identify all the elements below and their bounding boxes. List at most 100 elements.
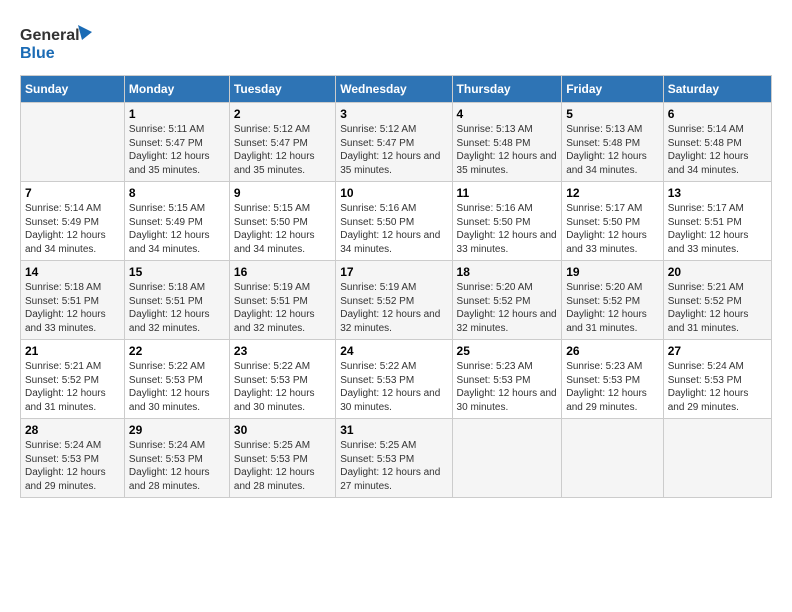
- logo-icon: GeneralBlue: [20, 20, 100, 65]
- day-number: 17: [340, 265, 447, 279]
- column-header-sunday: Sunday: [21, 76, 125, 103]
- day-number: 29: [129, 423, 225, 437]
- day-number: 22: [129, 344, 225, 358]
- day-number: 24: [340, 344, 447, 358]
- day-number: 3: [340, 107, 447, 121]
- day-cell: 20 Sunrise: 5:21 AMSunset: 5:52 PMDayligh…: [663, 261, 771, 340]
- logo: GeneralBlue: [20, 20, 100, 65]
- day-info: Sunrise: 5:15 AMSunset: 5:49 PMDaylight:…: [129, 202, 225, 256]
- day-cell: 14 Sunrise: 5:18 AMSunset: 5:51 PMDayligh…: [21, 261, 125, 340]
- day-info: Sunrise: 5:19 AMSunset: 5:52 PMDaylight:…: [340, 281, 447, 335]
- week-row-4: 21 Sunrise: 5:21 AMSunset: 5:52 PMDayligh…: [21, 340, 772, 419]
- day-cell: 3 Sunrise: 5:12 AMSunset: 5:47 PMDaylight…: [336, 103, 452, 182]
- day-number: 6: [668, 107, 767, 121]
- day-info: Sunrise: 5:23 AMSunset: 5:53 PMDaylight:…: [566, 360, 659, 414]
- week-row-3: 14 Sunrise: 5:18 AMSunset: 5:51 PMDayligh…: [21, 261, 772, 340]
- day-number: 14: [25, 265, 120, 279]
- day-number: 25: [457, 344, 558, 358]
- day-number: 30: [234, 423, 331, 437]
- day-info: Sunrise: 5:16 AMSunset: 5:50 PMDaylight:…: [340, 202, 447, 256]
- day-number: 8: [129, 186, 225, 200]
- day-number: 18: [457, 265, 558, 279]
- day-number: 28: [25, 423, 120, 437]
- day-cell: [21, 103, 125, 182]
- day-cell: 6 Sunrise: 5:14 AMSunset: 5:48 PMDaylight…: [663, 103, 771, 182]
- week-row-1: 1Sunrise: 5:11 AMSunset: 5:47 PMDaylight…: [21, 103, 772, 182]
- day-cell: 10 Sunrise: 5:16 AMSunset: 5:50 PMDayligh…: [336, 182, 452, 261]
- day-cell: 1Sunrise: 5:11 AMSunset: 5:47 PMDaylight…: [124, 103, 229, 182]
- day-info: Sunrise: 5:14 AMSunset: 5:49 PMDaylight:…: [25, 202, 120, 256]
- day-info: Sunrise: 5:22 AMSunset: 5:53 PMDaylight:…: [234, 360, 331, 414]
- day-info: Sunrise: 5:20 AMSunset: 5:52 PMDaylight:…: [457, 281, 558, 335]
- day-info: Sunrise: 5:23 AMSunset: 5:53 PMDaylight:…: [457, 360, 558, 414]
- day-cell: 11 Sunrise: 5:16 AMSunset: 5:50 PMDayligh…: [452, 182, 562, 261]
- day-info: Sunrise: 5:21 AMSunset: 5:52 PMDaylight:…: [25, 360, 120, 414]
- day-number: 1: [129, 107, 225, 121]
- day-number: 26: [566, 344, 659, 358]
- day-number: 21: [25, 344, 120, 358]
- day-info: Sunrise: 5:24 AMSunset: 5:53 PMDaylight:…: [668, 360, 767, 414]
- day-number: 20: [668, 265, 767, 279]
- day-cell: 30Sunrise: 5:25 AMSunset: 5:53 PMDayligh…: [229, 419, 335, 498]
- day-number: 13: [668, 186, 767, 200]
- svg-text:Blue: Blue: [20, 45, 55, 62]
- day-cell: 26 Sunrise: 5:23 AMSunset: 5:53 PMDayligh…: [562, 340, 664, 419]
- day-number: 15: [129, 265, 225, 279]
- day-info: Sunrise: 5:15 AMSunset: 5:50 PMDaylight:…: [234, 202, 331, 256]
- week-row-2: 7 Sunrise: 5:14 AMSunset: 5:49 PMDaylight…: [21, 182, 772, 261]
- day-cell: 4 Sunrise: 5:13 AMSunset: 5:48 PMDaylight…: [452, 103, 562, 182]
- day-number: 16: [234, 265, 331, 279]
- day-number: 4: [457, 107, 558, 121]
- day-number: 2: [234, 107, 331, 121]
- calendar-table: SundayMondayTuesdayWednesdayThursdayFrid…: [20, 75, 772, 498]
- day-info: Sunrise: 5:18 AMSunset: 5:51 PMDaylight:…: [129, 281, 225, 335]
- day-info: Sunrise: 5:17 AMSunset: 5:51 PMDaylight:…: [668, 202, 767, 256]
- day-cell: 27 Sunrise: 5:24 AMSunset: 5:53 PMDayligh…: [663, 340, 771, 419]
- day-cell: 7 Sunrise: 5:14 AMSunset: 5:49 PMDaylight…: [21, 182, 125, 261]
- day-info: Sunrise: 5:12 AMSunset: 5:47 PMDaylight:…: [340, 123, 447, 177]
- column-header-wednesday: Wednesday: [336, 76, 452, 103]
- day-cell: 28 Sunrise: 5:24 AMSunset: 5:53 PMDayligh…: [21, 419, 125, 498]
- day-info: Sunrise: 5:14 AMSunset: 5:48 PMDaylight:…: [668, 123, 767, 177]
- day-cell: 15 Sunrise: 5:18 AMSunset: 5:51 PMDayligh…: [124, 261, 229, 340]
- day-cell: 31 Sunrise: 5:25 AMSunset: 5:53 PMDayligh…: [336, 419, 452, 498]
- column-header-thursday: Thursday: [452, 76, 562, 103]
- day-cell: 21 Sunrise: 5:21 AMSunset: 5:52 PMDayligh…: [21, 340, 125, 419]
- day-cell: 29 Sunrise: 5:24 AMSunset: 5:53 PMDayligh…: [124, 419, 229, 498]
- day-number: 27: [668, 344, 767, 358]
- day-info: Sunrise: 5:20 AMSunset: 5:52 PMDaylight:…: [566, 281, 659, 335]
- day-cell: 24Sunrise: 5:22 AMSunset: 5:53 PMDayligh…: [336, 340, 452, 419]
- day-info: Sunrise: 5:17 AMSunset: 5:50 PMDaylight:…: [566, 202, 659, 256]
- day-number: 7: [25, 186, 120, 200]
- day-info: Sunrise: 5:24 AMSunset: 5:53 PMDaylight:…: [25, 439, 120, 493]
- day-cell: 13 Sunrise: 5:17 AMSunset: 5:51 PMDayligh…: [663, 182, 771, 261]
- day-number: 9: [234, 186, 331, 200]
- day-number: 19: [566, 265, 659, 279]
- day-cell: 25 Sunrise: 5:23 AMSunset: 5:53 PMDayligh…: [452, 340, 562, 419]
- day-cell: 19 Sunrise: 5:20 AMSunset: 5:52 PMDayligh…: [562, 261, 664, 340]
- day-info: Sunrise: 5:13 AMSunset: 5:48 PMDaylight:…: [457, 123, 558, 177]
- day-cell: 16Sunrise: 5:19 AMSunset: 5:51 PMDayligh…: [229, 261, 335, 340]
- day-cell: 12 Sunrise: 5:17 AMSunset: 5:50 PMDayligh…: [562, 182, 664, 261]
- day-cell: 23Sunrise: 5:22 AMSunset: 5:53 PMDayligh…: [229, 340, 335, 419]
- day-info: Sunrise: 5:16 AMSunset: 5:50 PMDaylight:…: [457, 202, 558, 256]
- day-info: Sunrise: 5:18 AMSunset: 5:51 PMDaylight:…: [25, 281, 120, 335]
- column-header-monday: Monday: [124, 76, 229, 103]
- column-header-friday: Friday: [562, 76, 664, 103]
- day-number: 11: [457, 186, 558, 200]
- day-info: Sunrise: 5:21 AMSunset: 5:52 PMDaylight:…: [668, 281, 767, 335]
- day-info: Sunrise: 5:24 AMSunset: 5:53 PMDaylight:…: [129, 439, 225, 493]
- day-cell: [663, 419, 771, 498]
- day-number: 31: [340, 423, 447, 437]
- day-cell: 8 Sunrise: 5:15 AMSunset: 5:49 PMDaylight…: [124, 182, 229, 261]
- day-cell: [562, 419, 664, 498]
- page-header: GeneralBlue: [20, 20, 772, 65]
- day-info: Sunrise: 5:25 AMSunset: 5:53 PMDaylight:…: [340, 439, 447, 493]
- header-row: SundayMondayTuesdayWednesdayThursdayFrid…: [21, 76, 772, 103]
- day-number: 10: [340, 186, 447, 200]
- column-header-tuesday: Tuesday: [229, 76, 335, 103]
- day-info: Sunrise: 5:12 AMSunset: 5:47 PMDaylight:…: [234, 123, 331, 177]
- day-cell: 18 Sunrise: 5:20 AMSunset: 5:52 PMDayligh…: [452, 261, 562, 340]
- day-number: 12: [566, 186, 659, 200]
- day-number: 5: [566, 107, 659, 121]
